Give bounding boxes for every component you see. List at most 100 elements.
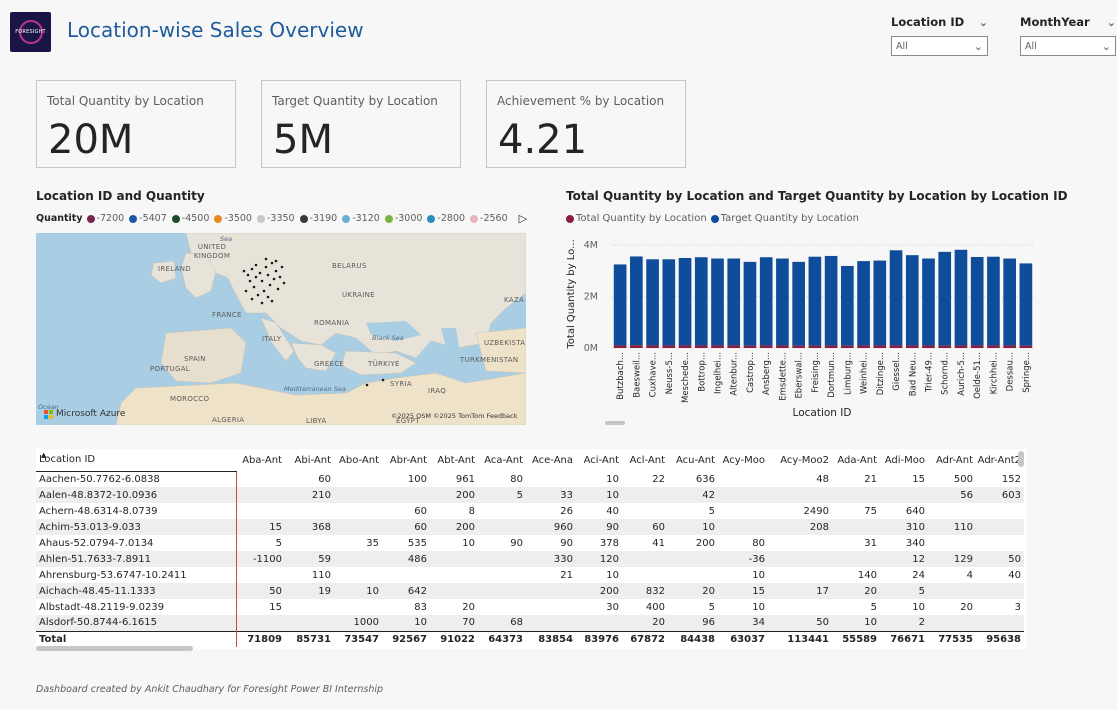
legend-label: Target Quantity by Location <box>720 213 859 224</box>
bar-total-quantity <box>889 345 903 348</box>
monthyear-dropdown[interactable]: All ⌄ <box>1020 36 1116 56</box>
location-id-dropdown[interactable]: All ⌄ <box>891 36 988 56</box>
table-cell <box>576 615 622 631</box>
column-header[interactable]: Ada-Ant <box>832 449 880 471</box>
table-cell: 90 <box>576 519 622 535</box>
legend-item[interactable]: -3500 <box>214 213 252 224</box>
chart-scrollbar[interactable] <box>605 421 625 425</box>
legend-item[interactable]: Target Quantity by Location <box>710 213 859 224</box>
column-header[interactable]: Ace-Ana <box>526 449 576 471</box>
column-header[interactable]: Acu-Ant <box>668 449 718 471</box>
legend-item[interactable]: Total Quantity by Location <box>566 213 707 224</box>
table-cell: 2 <box>880 615 928 631</box>
table-row[interactable]: Ahlen-51.7633-7.8911 -1100 59 486 330 120 -36 1… <box>36 551 1024 567</box>
legend-item[interactable]: -3000 <box>384 213 422 224</box>
location-id-slicer[interactable]: Location ID ⌄ All ⌄ <box>891 14 988 56</box>
column-header[interactable]: Aci-Ant <box>576 449 622 471</box>
column-header[interactable]: Acy-Moo2 <box>768 449 832 471</box>
column-header[interactable]: Acy-Moo <box>718 449 768 471</box>
map-credit[interactable]: ©2025 OSM ©2025 TomTom Feedback <box>391 412 518 420</box>
legend-item[interactable]: -7200 <box>86 213 125 224</box>
bar-target-quantity <box>646 259 659 346</box>
x-tick-label: Baesweil... <box>632 352 642 398</box>
legend-label: -2560 <box>480 213 508 224</box>
column-header[interactable]: Aca-Ant <box>478 449 526 471</box>
table-row[interactable]: Alsdorf-50.8744-6.1615 1000 10 70 68 20 96 34 50… <box>36 615 1024 631</box>
table-cell <box>718 487 768 503</box>
total-cell: 55589 <box>832 630 880 647</box>
legend-item[interactable]: -2800 <box>427 213 465 224</box>
bar-target-quantity <box>987 256 1000 346</box>
chevron-down-icon[interactable]: ⌄ <box>979 16 988 29</box>
table-cell: 10 <box>912 601 925 613</box>
column-header[interactable]: Adr-Ant2 <box>976 449 1024 471</box>
table-cell <box>334 487 382 503</box>
total-cell: 95638 <box>976 630 1024 647</box>
table-cell: 30 <box>606 601 619 613</box>
chevron-down-icon: ⌄ <box>1101 39 1111 53</box>
table-vertical-scrollbar[interactable] <box>1018 451 1024 467</box>
table-cell <box>236 615 285 631</box>
bar-target-quantity <box>613 264 627 346</box>
legend-label: -7200 <box>96 213 125 224</box>
legend-item[interactable]: -3190 <box>299 213 337 224</box>
table-cell: 10 <box>606 569 619 581</box>
table-row[interactable]: Albstadt-48.2119-9.0239 15 83 20 30 400 5 10 5 10… <box>36 599 1024 615</box>
table-horizontal-scrollbar[interactable] <box>36 646 193 651</box>
map-visual[interactable]: Sea UNITED KINGDOM IRELAND BELARUS UKRAI… <box>36 233 526 425</box>
bar-total-quantity <box>759 345 773 348</box>
card-title: Total Quantity by Location <box>47 94 204 108</box>
legend-item[interactable]: -3350 <box>256 213 295 224</box>
bar-target-quantity <box>678 258 692 346</box>
play-icon[interactable]: ▷ <box>519 212 527 225</box>
column-header-location-id[interactable]: Location ID ▲ <box>36 449 236 472</box>
legend-item[interactable]: -3120 <box>342 213 380 224</box>
table-row[interactable]: Achern-48.6314-8.0739 60 8 26 40 5 2490 75 640 <box>36 503 1024 519</box>
table-row[interactable]: Ahaus-52.0794-7.0134 5 35 535 10 90 90 378 41 200… <box>36 535 1024 551</box>
bar-total-quantity <box>857 345 870 348</box>
total-cell: 91022 <box>430 630 478 647</box>
column-header[interactable]: Abi-Ant <box>285 449 334 471</box>
table-cell <box>430 583 478 599</box>
chevron-down-icon[interactable]: ⌄ <box>1107 16 1116 29</box>
table-cell <box>928 535 976 551</box>
table-cell: 5 <box>870 601 877 613</box>
legend-item[interactable]: -2560 <box>470 213 508 224</box>
table-row[interactable]: Aichach-48.45-11.1333 50 19 10 642 200 832 20 15… <box>36 583 1024 599</box>
table-cell <box>668 567 718 583</box>
table-cell: 35 <box>366 537 379 549</box>
bar-target-quantity <box>857 261 870 346</box>
table-row[interactable]: Aachen-50.7762-6.0838 60 100 961 80 10 22 636 48… <box>36 471 1024 487</box>
legend-item[interactable]: -4500 <box>171 213 209 224</box>
sort-ascending-icon[interactable]: ▲ <box>41 451 46 459</box>
table-cell <box>285 599 334 615</box>
column-header[interactable]: Aba-Ant <box>236 449 285 471</box>
column-header[interactable]: Abo-Ant <box>334 449 382 471</box>
total-cell: 84438 <box>668 630 718 647</box>
table-row[interactable]: Ahrensburg-53.6747-10.2411 110 21 10 10 140 24… <box>36 567 1024 583</box>
column-header[interactable]: Acl-Ant <box>622 449 668 471</box>
table-row[interactable]: Aalen-48.8372-10.0936 210 200 5 33 10 42 56 603 <box>36 487 1024 503</box>
card-title: Target Quantity by Location <box>272 94 438 108</box>
monthyear-slicer[interactable]: MonthYear ⌄ All ⌄ <box>1020 14 1116 56</box>
table-cell: 22 <box>652 473 665 485</box>
bar-total-quantity <box>841 345 854 348</box>
map-label: UNITED KINGDOM <box>193 243 231 260</box>
table-cell <box>430 567 478 583</box>
table-cell: 368 <box>285 519 334 535</box>
table-cell: 20 <box>622 615 668 631</box>
column-header[interactable]: Adi-Moo <box>880 449 928 471</box>
table-cell: 75 <box>864 505 877 517</box>
table-cell: 40 <box>606 505 619 517</box>
bar-total-quantity <box>613 345 627 348</box>
table-cell: 152 <box>1001 473 1021 485</box>
column-header[interactable]: Adr-Ant <box>928 449 976 471</box>
table-cell <box>236 487 285 503</box>
column-header[interactable]: Abr-Ant <box>382 449 430 471</box>
column-header[interactable]: Abt-Ant <box>430 449 478 471</box>
table-row[interactable]: Achim-53.013-9.033 15 368 60 200 960 90 60 10 208… <box>36 519 1024 535</box>
map-label: ITALY <box>262 335 282 343</box>
legend-item[interactable]: -5407 <box>129 213 167 224</box>
bar-chart[interactable]: 0M 2M 4M Total Quantity by Lo... Butzbach...… <box>562 226 1042 422</box>
map-brand: Microsoft Azure <box>56 409 126 419</box>
